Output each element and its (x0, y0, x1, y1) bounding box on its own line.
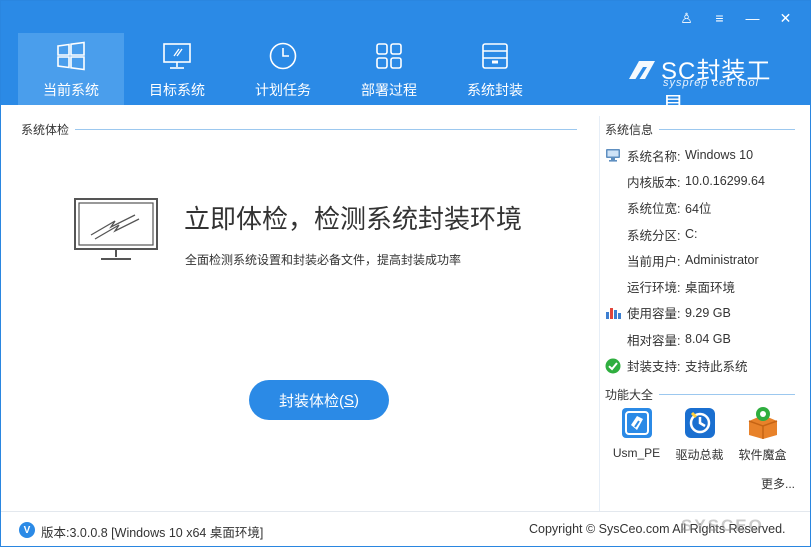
tab-label: 系统封装 (467, 82, 523, 98)
section-title: 功能大全 (605, 388, 654, 402)
info-value: 10.0.16299.64 (685, 174, 765, 189)
info-value: C: (685, 227, 698, 242)
watermark: SYSCEO (681, 516, 764, 535)
package-box-icon (482, 43, 508, 69)
info-row-kernel: 内核版本: 10.0.16299.64 (605, 168, 805, 194)
driver-tool-icon (684, 408, 715, 438)
section-title: 系统体检 (21, 123, 70, 137)
info-key: 相对容量: (627, 333, 681, 348)
info-key: 系统位宽: (627, 202, 681, 217)
software-box-icon (748, 407, 777, 439)
feature-label: Usm_PE (612, 446, 661, 460)
info-row-partition: 系统分区: C: (605, 221, 805, 247)
info-value: 支持此系统 (685, 360, 748, 375)
info-value: Administrator (685, 253, 759, 268)
clock-icon (269, 42, 297, 70)
section-header-check: 系统体检 (21, 121, 578, 138)
close-icon[interactable]: ✕ (769, 7, 802, 29)
info-key: 系统名称: (627, 149, 681, 164)
tab-scheduled-tasks[interactable]: 计划任务 (230, 33, 336, 105)
sc-logo-icon (629, 61, 655, 83)
brand-logo-block: SC封装工具 sysprep ceo tool (625, 51, 795, 120)
feature-usm-pe[interactable]: Usm_PE (605, 405, 668, 463)
button-hotkey: S (343, 391, 354, 409)
tab-target-system[interactable]: 目标系统 (124, 33, 230, 105)
divider (75, 129, 578, 130)
header-bar: ♙ ≡ — ✕ 当前系统 目标系统 计划任务 部署过程 系统封装 SC封装工具 … (1, 1, 810, 120)
tab-label: 目标系统 (149, 82, 205, 98)
info-value: 9.29 GB (685, 305, 731, 320)
feature-grid: Usm_PE 驱动总裁 软件魔盒 (605, 405, 794, 463)
divider (659, 129, 796, 130)
info-row-bitness: 系统位宽: 64位 (605, 195, 805, 221)
feature-software-box[interactable]: 软件魔盒 (731, 405, 794, 463)
monitor-icon (606, 148, 620, 162)
button-label: 封装体检( (278, 392, 344, 410)
divider (659, 394, 796, 395)
check-circle-icon (605, 358, 621, 374)
section-header-info: 系统信息 (605, 121, 796, 138)
tab-label: 部署过程 (361, 82, 417, 98)
panel-divider (599, 116, 600, 511)
info-row-relative-capacity: 相对容量: 8.04 GB (605, 326, 805, 352)
monitor-target-icon (163, 43, 191, 69)
info-row-system-name: 系统名称: Windows 10 (605, 142, 805, 168)
info-key: 封装支持: (627, 360, 681, 375)
minimize-icon[interactable]: — (736, 7, 769, 29)
windows-icon (57, 41, 85, 71)
info-value: 桌面环境 (685, 281, 736, 296)
bar-chart-icon (606, 307, 621, 319)
brand-subtitle: sysprep ceo tool (663, 77, 760, 89)
feature-driver-tool[interactable]: 驱动总裁 (668, 405, 731, 463)
check-description: 全面检测系统设置和封装必备文件，提高封装成功率 (185, 253, 462, 267)
feature-label: 软件魔盒 (738, 448, 787, 462)
usb-pe-icon (621, 408, 652, 438)
system-info-list: 系统名称: Windows 10 内核版本: 10.0.16299.64 系统位… (605, 142, 805, 379)
menu-icon[interactable]: ≡ (703, 7, 736, 29)
info-key: 系统分区: (627, 228, 681, 243)
section-title: 系统信息 (605, 123, 654, 137)
user-icon[interactable]: ♙ (670, 7, 703, 29)
info-row-environment: 运行环境: 桌面环境 (605, 273, 805, 299)
info-key: 当前用户: (627, 254, 681, 269)
check-headline: 立即体检，检测系统封装环境 (184, 204, 523, 234)
info-row-support: 封装支持: 支持此系统 (605, 352, 805, 378)
info-key: 使用容量: (627, 307, 681, 322)
more-link[interactable]: 更多... (761, 475, 795, 492)
info-key: 运行环境: (627, 281, 681, 296)
tab-label: 计划任务 (255, 82, 311, 98)
monitor-illustration-icon (74, 198, 158, 260)
package-check-button[interactable]: 封装体检(S) (249, 380, 389, 420)
info-value: 8.04 GB (685, 332, 731, 347)
info-value: Windows 10 (685, 148, 754, 163)
app-window: ♙ ≡ — ✕ 当前系统 目标系统 计划任务 部署过程 系统封装 SC封装工具 … (0, 0, 811, 547)
version-text: 版本:3.0.0.8 [Windows 10 x64 桌面环境] (41, 526, 264, 540)
info-row-user: 当前用户: Administrator (605, 247, 805, 273)
info-key: 内核版本: (627, 175, 681, 190)
tab-current-system[interactable]: 当前系统 (18, 33, 124, 105)
button-label-suffix: ) (354, 391, 359, 409)
tab-system-package[interactable]: 系统封装 (442, 33, 548, 105)
grid-blocks-icon (376, 43, 402, 69)
tab-label: 当前系统 (43, 82, 99, 98)
main-tabs: 当前系统 目标系统 计划任务 部署过程 系统封装 (18, 33, 548, 105)
feature-label: 驱动总裁 (675, 448, 724, 462)
window-controls: ♙ ≡ — ✕ (670, 7, 802, 29)
tab-deploy-process[interactable]: 部署过程 (336, 33, 442, 105)
info-value: 64位 (685, 202, 712, 217)
version-icon: V (19, 522, 35, 538)
info-row-used-capacity: 使用容量: 9.29 GB (605, 300, 805, 326)
section-header-features: 功能大全 (605, 386, 796, 403)
